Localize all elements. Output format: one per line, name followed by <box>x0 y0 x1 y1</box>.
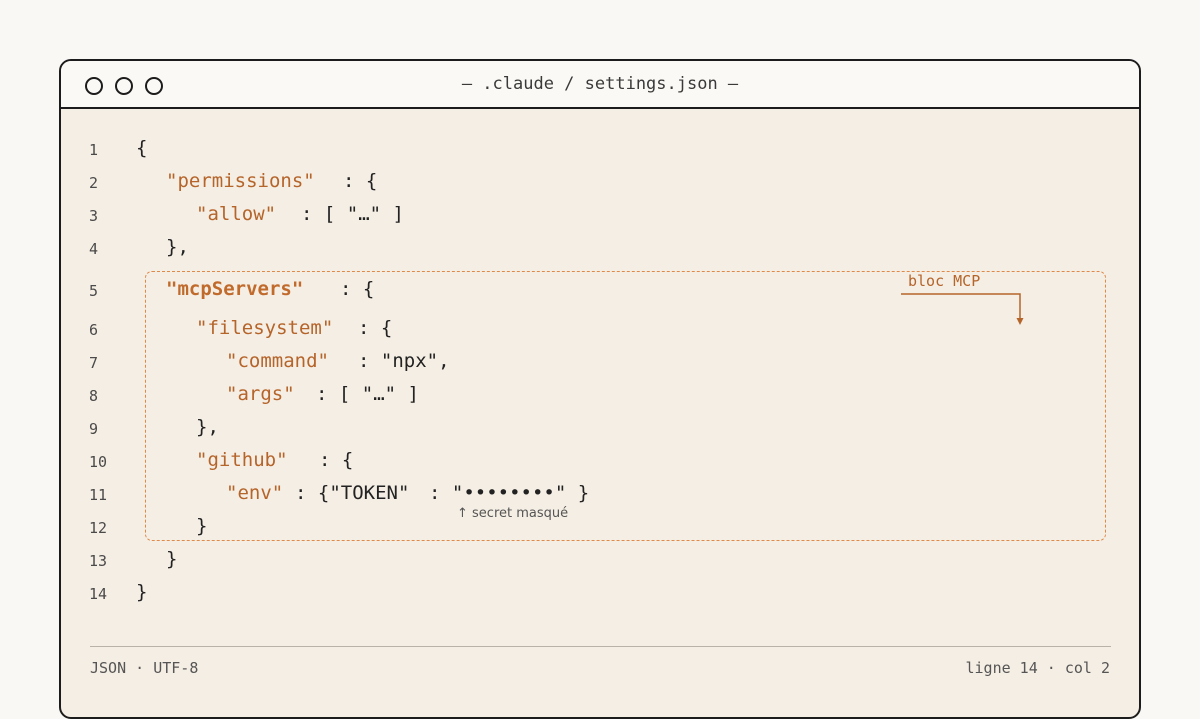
json-key: "filesystem" <box>196 317 334 339</box>
json-key: "allow" <box>196 203 277 225</box>
json-key: "mcpServers" <box>166 278 304 300</box>
json-key: "github" <box>196 449 288 471</box>
line-number: 4 <box>89 240 99 258</box>
code-token: : [ "…" ] <box>301 203 404 225</box>
json-key: "command" <box>226 350 329 372</box>
code-token: : {"TOKEN" <box>295 482 410 504</box>
line-number: 2 <box>89 174 99 192</box>
status-divider <box>90 646 1111 647</box>
secret-masked-note: ↑ secret masqué <box>457 506 569 521</box>
code-token: : { <box>358 317 393 339</box>
code-token: { <box>136 137 148 159</box>
line-number: 3 <box>89 207 99 225</box>
line-number: 6 <box>89 321 99 339</box>
line-number: 10 <box>89 453 108 471</box>
code-token: }, <box>166 236 189 258</box>
line-number: 11 <box>89 486 108 504</box>
line-number: 13 <box>89 552 108 570</box>
code-token: }, <box>196 416 219 438</box>
line-number: 8 <box>89 387 99 405</box>
masked-secret-value: : "••••••••" } <box>429 482 590 504</box>
line-number: 5 <box>89 282 99 300</box>
code-token: } <box>136 581 148 603</box>
code-token: : { <box>343 170 378 192</box>
title-bar: — .claude / settings.json — <box>61 61 1139 109</box>
code-token: : { <box>340 278 375 300</box>
status-encoding: JSON · UTF-8 <box>90 659 199 677</box>
status-cursor-position: ligne 14 · col 2 <box>965 659 1111 677</box>
line-number: 14 <box>89 585 108 603</box>
code-token: : "npx", <box>358 350 450 372</box>
editor-window: — .claude / settings.json — 1 2 3 4 5 6 … <box>59 59 1141 719</box>
mcp-block-label: bloc MCP <box>908 272 981 290</box>
code-token: : { <box>319 449 354 471</box>
code-token: } <box>166 548 178 570</box>
arrow-down-icon <box>901 293 1024 325</box>
line-number: 12 <box>89 519 108 537</box>
code-token: } <box>196 515 208 537</box>
line-number: 9 <box>89 420 99 438</box>
json-key: "args" <box>226 383 295 405</box>
line-number: 7 <box>89 354 99 372</box>
code-token: : [ "…" ] <box>316 383 419 405</box>
window-title: — .claude / settings.json — <box>461 74 739 94</box>
json-key: "permissions" <box>166 170 315 192</box>
line-number: 1 <box>89 141 99 159</box>
json-key: "env" <box>226 482 284 504</box>
